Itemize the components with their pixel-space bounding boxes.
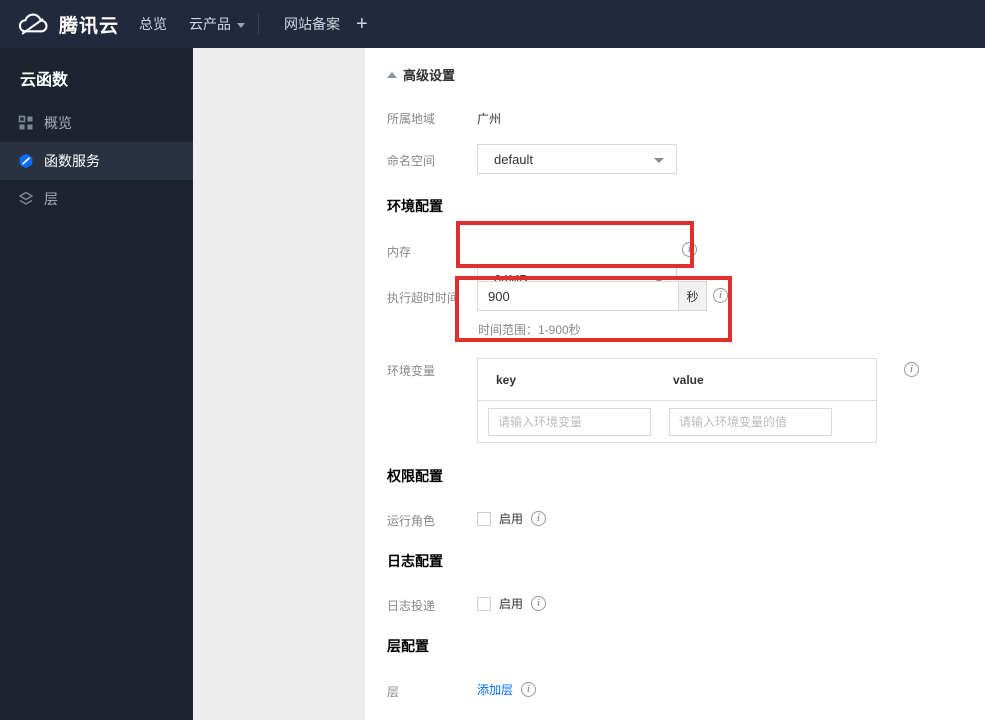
run-role-enable-row: 启用 i bbox=[477, 510, 547, 527]
top-navbar: 腾讯云 总览 云产品 网站备案 + bbox=[0, 0, 985, 48]
sidebar-title: 云函数 bbox=[20, 72, 69, 89]
log-delivery-label: 日志投递 bbox=[387, 599, 436, 613]
layer-add-row: 添加层 i bbox=[477, 681, 537, 698]
timeout-range-hint: 时间范围：1-900秒 bbox=[478, 323, 581, 337]
permission-config-title: 权限配置 bbox=[387, 468, 443, 484]
triangle-up-icon bbox=[387, 71, 397, 78]
advanced-settings-label: 高级设置 bbox=[403, 68, 456, 83]
tencent-cloud-logo[interactable]: 腾讯云 bbox=[16, 0, 119, 48]
collapsed-list-panel bbox=[193, 48, 365, 720]
namespace-selected-value: default bbox=[494, 151, 534, 167]
nav-overview[interactable]: 总览 bbox=[139, 0, 167, 48]
scf-icon bbox=[18, 153, 34, 169]
nav-add-button[interactable]: + bbox=[356, 0, 368, 48]
sidebar-item-label: 层 bbox=[44, 191, 58, 207]
env-var-value-input[interactable] bbox=[669, 408, 832, 436]
nav-divider bbox=[258, 14, 259, 34]
app-root: 腾讯云 总览 云产品 网站备案 + 云函数 概览 函数服务 层 高级设置 所属地… bbox=[0, 0, 985, 720]
region-label: 所属地域 bbox=[387, 112, 436, 126]
env-vars-header-row: key value bbox=[478, 359, 876, 401]
advanced-settings-toggle[interactable]: 高级设置 bbox=[387, 65, 455, 84]
sidebar: 云函数 概览 函数服务 层 bbox=[0, 48, 193, 720]
timeout-unit-suffix: 秒 bbox=[678, 281, 707, 311]
run-role-info-icon[interactable]: i bbox=[531, 511, 547, 526]
log-delivery-checkbox[interactable] bbox=[477, 596, 491, 611]
nav-products-label: 云产品 bbox=[189, 16, 231, 32]
env-vars-key-header: key bbox=[496, 372, 517, 387]
sidebar-item-layers[interactable]: 层 bbox=[0, 180, 193, 218]
run-role-checkbox[interactable] bbox=[477, 511, 491, 526]
main-content: 高级设置 所属地域 广州 命名空间 default 环境配置 内存 64MB i… bbox=[365, 48, 985, 720]
memory-info-icon[interactable]: i bbox=[682, 242, 697, 257]
timeout-label: 执行超时时间 bbox=[387, 291, 460, 305]
highlight-box-memory bbox=[456, 221, 694, 268]
env-vars-table: key value bbox=[477, 358, 877, 443]
log-delivery-info-icon[interactable]: i bbox=[531, 596, 547, 611]
namespace-select[interactable]: default bbox=[477, 144, 677, 174]
brand-name: 腾讯云 bbox=[59, 15, 120, 37]
sidebar-item-overview[interactable]: 概览 bbox=[0, 104, 193, 142]
memory-label: 内存 bbox=[387, 245, 412, 259]
env-config-title: 环境配置 bbox=[387, 198, 443, 214]
nav-products[interactable]: 云产品 bbox=[189, 0, 245, 48]
region-value: 广州 bbox=[477, 112, 502, 126]
chevron-down-icon bbox=[237, 22, 245, 28]
cloud-logo-icon bbox=[16, 12, 50, 37]
run-role-enable-label: 启用 bbox=[499, 512, 524, 526]
env-vars-input-row bbox=[478, 401, 876, 443]
env-vars-label: 环境变量 bbox=[387, 364, 436, 378]
nav-overview-label: 总览 bbox=[139, 16, 167, 32]
nav-icp-label: 网站备案 bbox=[284, 16, 340, 32]
log-delivery-enable-label: 启用 bbox=[499, 597, 524, 611]
env-vars-value-header: value bbox=[673, 372, 704, 387]
env-vars-info-icon[interactable]: i bbox=[904, 362, 919, 377]
timeout-input[interactable] bbox=[477, 281, 678, 311]
add-layer-link[interactable]: 添加层 bbox=[477, 681, 513, 698]
sidebar-item-label: 概览 bbox=[44, 115, 72, 131]
layers-icon bbox=[18, 191, 34, 207]
env-var-key-input[interactable] bbox=[488, 408, 651, 436]
layer-label: 层 bbox=[387, 685, 400, 699]
grid-icon bbox=[18, 115, 34, 131]
caret-down-icon bbox=[654, 158, 664, 163]
timeout-input-group: 秒 bbox=[477, 281, 707, 311]
layer-config-title: 层配置 bbox=[387, 638, 429, 654]
timeout-info-icon[interactable]: i bbox=[713, 288, 728, 303]
namespace-label: 命名空间 bbox=[387, 154, 436, 168]
plus-icon: + bbox=[356, 12, 368, 35]
sidebar-item-function-service[interactable]: 函数服务 bbox=[0, 142, 193, 180]
log-delivery-enable-row: 启用 i bbox=[477, 595, 547, 612]
sidebar-item-label: 函数服务 bbox=[44, 153, 100, 169]
log-config-title: 日志配置 bbox=[387, 553, 443, 569]
layer-info-icon[interactable]: i bbox=[521, 682, 537, 697]
nav-icp-record[interactable]: 网站备案 bbox=[284, 0, 340, 48]
run-role-label: 运行角色 bbox=[387, 514, 436, 528]
